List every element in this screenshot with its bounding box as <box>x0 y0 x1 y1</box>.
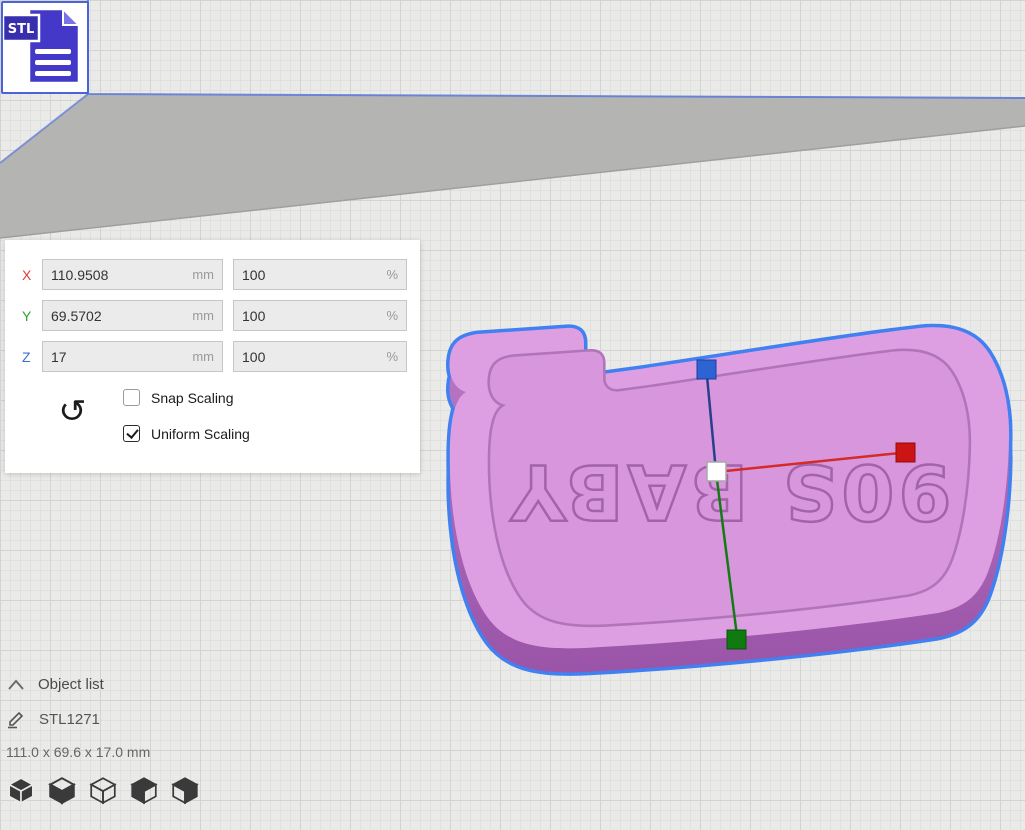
scale-z-percent-field[interactable]: % <box>233 341 407 372</box>
object-list-header[interactable]: Object list <box>6 676 200 693</box>
uniform-scaling-checkbox[interactable] <box>123 425 140 442</box>
view-3d-icon[interactable] <box>6 775 36 805</box>
view-front-icon[interactable] <box>47 775 77 805</box>
object-list-item[interactable]: STL1271 <box>6 709 200 729</box>
snap-scaling-option[interactable]: Snap Scaling <box>123 389 250 406</box>
scale-options: ↺ Snap Scaling Uniform Scaling <box>5 381 420 471</box>
x-scale-handle[interactable] <box>896 443 915 462</box>
scale-x-mm-input[interactable] <box>51 267 186 283</box>
axis-z-label: Z <box>22 349 37 365</box>
scale-x-percent-input[interactable] <box>242 267 380 283</box>
percent-unit-label: % <box>386 308 398 323</box>
model-90s-baby-mold[interactable]: 90S BABY <box>450 327 1010 672</box>
mm-unit-label: mm <box>192 267 214 282</box>
axis-x-label: X <box>22 267 37 283</box>
scale-z-mm-input[interactable] <box>51 349 186 365</box>
z-scale-handle[interactable] <box>697 360 716 379</box>
uniform-scaling-option[interactable]: Uniform Scaling <box>123 425 250 442</box>
build-plate-edge-highlight <box>88 0 1025 98</box>
scale-z-percent-input[interactable] <box>242 349 380 365</box>
y-scale-handle[interactable] <box>727 630 746 649</box>
stl-document-icon: STL <box>3 3 87 92</box>
stl-badge-label: STL <box>8 22 35 37</box>
scale-x-mm-field[interactable]: mm <box>42 259 223 290</box>
mm-unit-label: mm <box>192 308 214 323</box>
percent-unit-label: % <box>386 267 398 282</box>
stl-file-thumbnail[interactable]: STL <box>1 1 89 94</box>
scale-row-y: Y mm % <box>22 299 420 332</box>
scale-y-percent-input[interactable] <box>242 308 380 324</box>
snap-scaling-label: Snap Scaling <box>151 390 234 406</box>
percent-unit-label: % <box>386 349 398 364</box>
scale-z-mm-field[interactable]: mm <box>42 341 223 372</box>
snap-scaling-checkbox[interactable] <box>123 389 140 406</box>
view-toolbar <box>6 775 200 805</box>
object-item-name: STL1271 <box>39 711 100 728</box>
scale-row-x: X mm % <box>22 258 420 291</box>
scale-x-percent-field[interactable]: % <box>233 259 407 290</box>
uniform-scaling-label: Uniform Scaling <box>151 426 250 442</box>
model-dimensions-label: 111.0 x 69.6 x 17.0 mm <box>6 744 200 760</box>
view-right-icon[interactable] <box>170 775 200 805</box>
mm-unit-label: mm <box>192 349 214 364</box>
object-list-title: Object list <box>38 676 104 693</box>
edit-pencil-icon <box>6 709 26 729</box>
embossed-text: 90S BABY <box>507 448 952 537</box>
reset-scale-button[interactable]: ↺ <box>58 395 86 427</box>
view-top-icon[interactable] <box>88 775 118 805</box>
scale-y-mm-input[interactable] <box>51 308 186 324</box>
view-left-icon[interactable] <box>129 775 159 805</box>
scale-tool-panel: X mm % Y mm % Z mm % ↺ <box>5 240 420 473</box>
scale-y-percent-field[interactable]: % <box>233 300 407 331</box>
object-list-section: Object list STL1271 111.0 x 69.6 x 17.0 … <box>6 676 200 805</box>
build-plate-back-wall <box>0 94 1025 238</box>
scale-row-z: Z mm % <box>22 340 420 373</box>
center-scale-handle[interactable] <box>707 462 726 481</box>
chevron-up-icon <box>6 677 26 693</box>
scale-y-mm-field[interactable]: mm <box>42 300 223 331</box>
axis-y-label: Y <box>22 308 37 324</box>
